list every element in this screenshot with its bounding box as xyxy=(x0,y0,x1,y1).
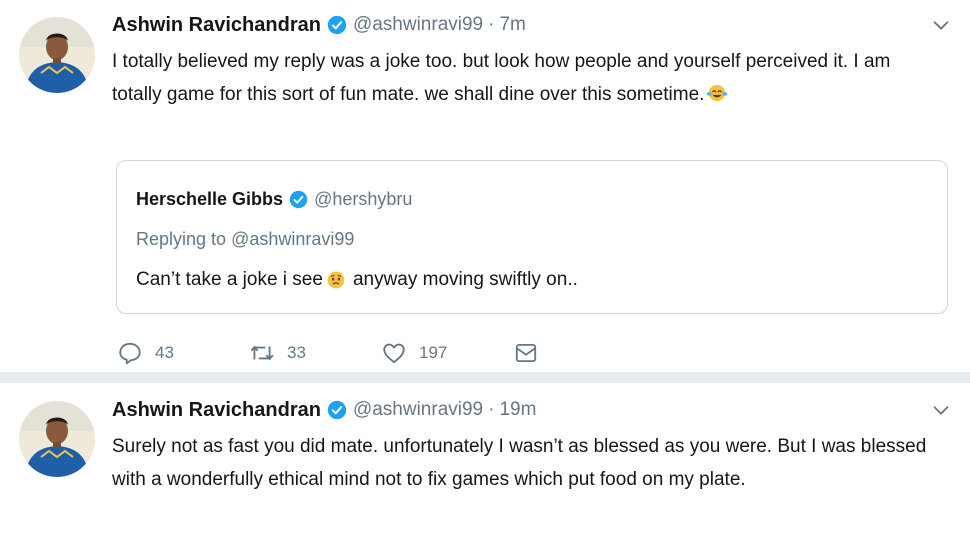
quoted-tweet-text: Can’t take a joke i see anyway moving sw… xyxy=(136,269,578,291)
tweet-text: I totally believed my reply was a joke t… xyxy=(112,45,932,111)
tweet-header: Ashwin Ravichandran @ashwinravi99 · 7m xyxy=(112,10,950,40)
worried-face-icon xyxy=(327,271,345,289)
timestamp[interactable]: 19m xyxy=(499,399,536,421)
like-count: 197 xyxy=(419,343,448,362)
face-with-tears-of-joy-icon xyxy=(706,84,728,102)
retweet-count: 33 xyxy=(287,343,306,362)
separator-dot: · xyxy=(488,399,495,420)
quoted-tweet[interactable]: Herschelle Gibbs @hershybru Replying to … xyxy=(116,160,948,314)
separator-dot: · xyxy=(488,14,495,35)
chevron-down-icon[interactable] xyxy=(930,14,952,36)
verified-badge-icon xyxy=(289,190,308,209)
envelope-icon xyxy=(515,343,537,363)
tweet-text-body: I totally believed my reply was a joke t… xyxy=(112,51,891,105)
tweet-content: Ashwin Ravichandran @ashwinravi99 · 7m I… xyxy=(112,10,950,111)
avatar-image xyxy=(19,401,95,477)
reply-button[interactable]: 43 xyxy=(117,340,249,366)
chevron-down-icon[interactable] xyxy=(930,399,952,421)
tweet[interactable]: Ashwin Ravichandran @ashwinravi99 · 19m … xyxy=(0,383,970,545)
like-button[interactable]: 197 xyxy=(381,340,513,366)
replying-to-mention[interactable]: @ashwinravi99 xyxy=(231,229,354,249)
retweet-icon xyxy=(250,345,274,361)
tweet-text: Surely not as fast you did mate. unfortu… xyxy=(112,436,927,490)
tweet[interactable]: Ashwin Ravichandran @ashwinravi99 · 7m I… xyxy=(0,0,970,373)
quoted-author-name: Herschelle Gibbs xyxy=(136,189,284,209)
avatar[interactable] xyxy=(19,401,95,477)
quoted-text-part-1: Can’t take a joke i see xyxy=(136,269,323,290)
author-handle[interactable]: @ashwinravi99 xyxy=(353,14,483,36)
timeline-separator xyxy=(0,373,970,383)
replying-to: Replying to @ashwinravi99 xyxy=(136,229,354,250)
heart-icon xyxy=(383,343,405,364)
verified-badge-icon xyxy=(327,15,347,35)
replying-to-label: Replying to xyxy=(136,229,227,249)
timestamp[interactable]: 7m xyxy=(499,14,525,36)
direct-message-button[interactable] xyxy=(513,340,539,366)
tweet-header: Ashwin Ravichandran @ashwinravi99 · 19m xyxy=(112,395,950,425)
avatar-image xyxy=(19,17,95,93)
tweet-content: Ashwin Ravichandran @ashwinravi99 · 19m … xyxy=(112,395,950,496)
reply-icon xyxy=(119,342,141,365)
quoted-tweet-header: Herschelle Gibbs @hershybru xyxy=(136,189,412,210)
author-name[interactable]: Ashwin Ravichandran xyxy=(112,399,321,422)
verified-badge-icon xyxy=(327,400,347,420)
reply-count: 43 xyxy=(155,343,174,362)
retweet-button[interactable]: 33 xyxy=(249,340,381,366)
quoted-author-handle: @hershybru xyxy=(314,189,413,209)
author-handle[interactable]: @ashwinravi99 xyxy=(353,399,483,421)
avatar[interactable] xyxy=(19,17,95,93)
tweet-actions: 43 33 197 xyxy=(117,340,539,366)
quoted-text-part-2: anyway moving swiftly on.. xyxy=(352,269,578,290)
author-name[interactable]: Ashwin Ravichandran xyxy=(112,14,321,37)
